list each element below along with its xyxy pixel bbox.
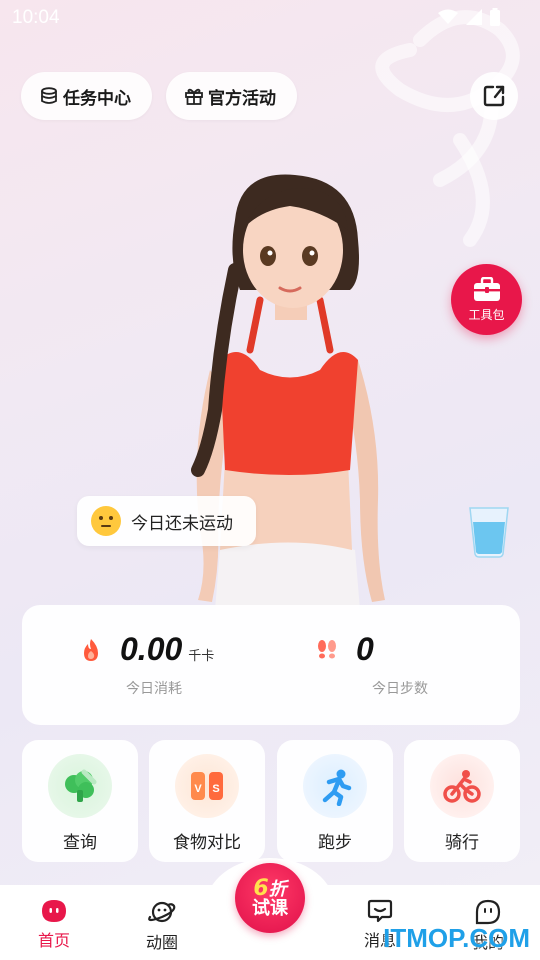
feature-cycling[interactable]: 骑行: [404, 740, 520, 862]
toolbox-label: 工具包: [468, 307, 505, 322]
steps-label: 今日步数: [372, 681, 428, 697]
toolbox-icon: [473, 276, 500, 301]
profile-icon: [475, 899, 501, 925]
official-activities-button[interactable]: 官方活动: [166, 72, 297, 120]
share-button[interactable]: [470, 72, 518, 120]
message-icon: [367, 899, 393, 923]
activity-status-text: 今日还未运动: [131, 513, 233, 534]
calories-unit: 千卡: [188, 649, 215, 664]
gift-icon: [185, 88, 203, 105]
footprints-icon: [318, 639, 336, 658]
home-icon: [42, 900, 66, 922]
coins-stack-icon: [41, 87, 57, 104]
nav-circle[interactable]: 动圈: [122, 899, 202, 953]
toolbox-button[interactable]: 工具包: [451, 264, 522, 335]
feature-food-compare-label: 食物对比: [173, 833, 241, 853]
promo-discount-text: 折: [268, 879, 287, 900]
water-cup-icon[interactable]: [467, 504, 511, 558]
planet-icon: [148, 901, 176, 923]
steps-stat[interactable]: 0 今日步数: [314, 631, 452, 698]
svg-text:V: V: [194, 783, 202, 795]
promo-trial-text: 试课: [252, 898, 288, 920]
feature-cycling-label: 骑行: [445, 833, 479, 853]
broccoli-icon: [48, 754, 112, 818]
feature-food-compare[interactable]: VS 食物对比: [149, 740, 265, 862]
flame-icon: [84, 638, 98, 661]
calories-stat[interactable]: 0.00 千卡 今日消耗: [78, 631, 214, 698]
promo-trial-button[interactable]: 6折 试课: [235, 863, 305, 933]
nav-home[interactable]: 首页: [14, 899, 94, 951]
watermark: ITMOP.COM: [383, 923, 530, 953]
steps-value: 0: [356, 631, 374, 667]
feature-running[interactable]: 跑步: [277, 740, 393, 862]
nav-home-label: 首页: [37, 931, 70, 950]
versus-icon: VS: [175, 754, 239, 818]
daily-stats-card: 0.00 千卡 今日消耗 0 今日步数: [22, 605, 520, 725]
thinking-face-icon: [91, 506, 121, 536]
task-center-label: 任务中心: [63, 88, 131, 109]
feature-query-label: 查询: [63, 833, 97, 853]
official-activities-label: 官方活动: [208, 88, 276, 109]
status-time: 10:04: [12, 7, 60, 28]
share-icon: [483, 85, 505, 107]
calories-value: 0.00: [120, 631, 183, 667]
svg-text:S: S: [212, 783, 219, 795]
cyclist-icon: [430, 754, 494, 818]
activity-status-bubble: 今日还未运动: [77, 496, 256, 546]
nav-circle-label: 动圈: [145, 933, 178, 952]
calories-label: 今日消耗: [126, 681, 182, 697]
feature-query[interactable]: 查询: [22, 740, 138, 862]
task-center-button[interactable]: 任务中心: [21, 72, 152, 120]
promo-discount: 6折: [253, 877, 286, 900]
feature-running-label: 跑步: [318, 833, 352, 853]
runner-icon: [303, 754, 367, 818]
